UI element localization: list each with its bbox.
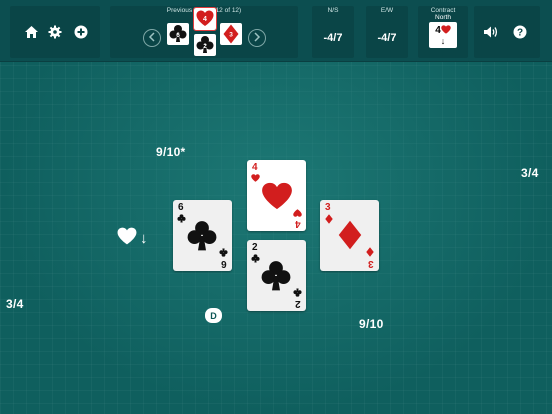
- heart-icon: [441, 24, 451, 37]
- club-icon: [293, 288, 302, 297]
- club-icon: [261, 261, 291, 291]
- card-rank: 6: [221, 258, 227, 269]
- card-rank: 2: [295, 298, 301, 309]
- trick-card-north: 4 4: [247, 160, 306, 231]
- trick-card-east: 3 3: [320, 200, 379, 271]
- north-score: 9/10*: [156, 145, 186, 159]
- contract-modifier: ↓: [440, 35, 446, 46]
- heart-icon: [251, 174, 260, 182]
- toolbar: Previous hands (12 of 12) 6 4 2: [0, 0, 552, 62]
- heart-icon: 4: [196, 10, 214, 26]
- card-rank: 4: [252, 162, 258, 173]
- trick-card-west: 6 6: [173, 200, 232, 271]
- ns-label: N/S: [327, 7, 339, 14]
- bid-indicator: ↓: [117, 227, 148, 250]
- utility-panel: ?: [474, 6, 540, 58]
- heart-icon: [293, 209, 302, 217]
- prev-card-east-rank: 3: [229, 32, 233, 39]
- plus-icon[interactable]: [72, 23, 90, 41]
- prev-card-north-rank: 4: [203, 16, 207, 23]
- previous-hand-button[interactable]: [143, 29, 161, 47]
- ew-score: -4/7: [377, 32, 397, 44]
- heart-icon: [262, 182, 292, 210]
- speaker-icon[interactable]: [482, 23, 500, 41]
- diamond-icon: 3: [223, 24, 239, 44]
- card-rank: 2: [252, 242, 258, 253]
- ns-score: -4/7: [323, 32, 343, 44]
- question-icon[interactable]: ?: [511, 23, 529, 41]
- ew-score-panel: E/W -4/7: [366, 6, 408, 58]
- bid-arrow: ↓: [140, 230, 148, 247]
- club-icon: 6: [169, 25, 187, 42]
- contract-label: Contract: [430, 7, 456, 14]
- club-icon: [219, 248, 228, 257]
- next-hand-button[interactable]: [248, 29, 266, 47]
- chevron-left-icon: [148, 29, 156, 47]
- prev-card-west-rank: 6: [176, 32, 180, 39]
- card-rank: 3: [368, 258, 374, 269]
- card-rank: 3: [325, 202, 331, 213]
- previous-hands-panel: Previous hands (12 of 12) 6 4 2: [110, 6, 298, 58]
- chevron-right-icon: [253, 29, 261, 47]
- west-score: 3/4: [6, 297, 24, 311]
- gear-icon[interactable]: [46, 23, 64, 41]
- ns-score-panel: N/S -4/7: [312, 6, 354, 58]
- club-icon: [251, 254, 260, 263]
- prev-card-north: 4: [193, 7, 217, 31]
- heart-icon: [117, 227, 137, 250]
- card-rank: 4: [295, 218, 301, 229]
- contract-declarer: North: [435, 14, 451, 21]
- south-score: 9/10: [359, 317, 384, 331]
- prev-card-west: 6: [167, 23, 189, 45]
- svg-text:?: ?: [517, 28, 523, 39]
- dealer-badge: D: [205, 308, 222, 323]
- trick-card-south: 2 2: [247, 240, 306, 311]
- club-icon: [177, 214, 186, 223]
- diamond-icon: [338, 220, 362, 250]
- home-icon[interactable]: [22, 23, 40, 41]
- prev-card-east: 3: [220, 23, 242, 45]
- diamond-icon: [325, 214, 333, 224]
- club-icon: [187, 221, 217, 251]
- prev-card-south: 2: [194, 34, 216, 56]
- diamond-icon: [366, 247, 374, 257]
- nav-panel: [10, 6, 100, 58]
- contract-display: 4 ↓: [429, 22, 457, 48]
- club-icon: 2: [196, 36, 214, 53]
- east-score: 3/4: [521, 166, 539, 180]
- ew-label: E/W: [380, 7, 394, 14]
- prev-card-south-rank: 2: [203, 43, 207, 50]
- card-rank: 6: [178, 202, 184, 213]
